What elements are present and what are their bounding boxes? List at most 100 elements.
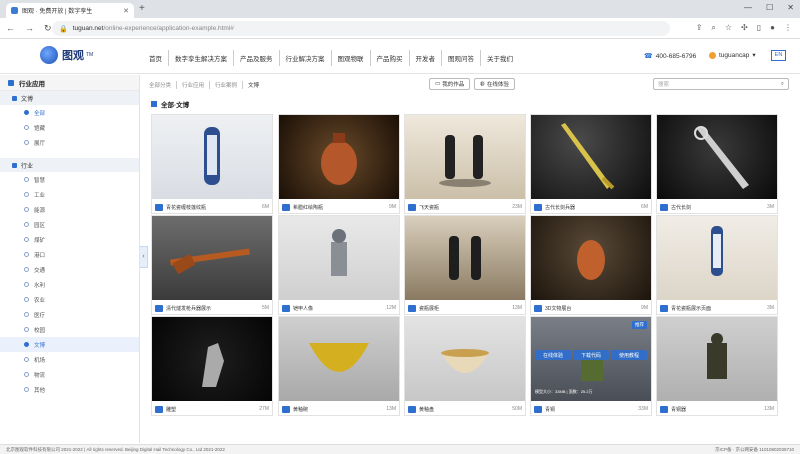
new-tab-icon[interactable]: + <box>139 3 145 15</box>
star-icon[interactable]: ☆ <box>725 23 732 33</box>
model-thumbnail[interactable] <box>279 216 399 300</box>
sidebar-item[interactable]: 全部 <box>0 105 139 120</box>
share-icon[interactable]: ⇪ <box>696 23 703 33</box>
model-thumbnail[interactable] <box>531 115 651 199</box>
sidebar-toggle-icon[interactable]: ▯ <box>757 23 761 33</box>
zoom-icon[interactable]: ⌕ <box>711 23 715 33</box>
item-icon <box>24 357 29 362</box>
3d-icon <box>534 405 542 413</box>
item-icon <box>24 312 29 317</box>
nav-item[interactable]: 产品购买 <box>371 50 410 66</box>
nav-item[interactable]: 行业解决方案 <box>280 50 332 66</box>
model-card[interactable]: 青花瓷缠枝莲纹瓶 6M <box>151 114 273 214</box>
sidebar-item[interactable]: 交通 <box>0 262 139 277</box>
model-card[interactable]: 飞天瓷瓶 23M <box>404 114 526 214</box>
sidebar-item[interactable]: 物流 <box>0 367 139 382</box>
sidebar-item[interactable]: 医疗 <box>0 307 139 322</box>
breadcrumb-item[interactable]: 全部分类 <box>149 81 178 89</box>
puzzle-icon[interactable]: ✣ <box>741 23 748 33</box>
breadcrumb-item[interactable]: 行业应用 <box>182 81 211 89</box>
tutorial-overlay-button[interactable]: 使用教程 <box>611 350 647 360</box>
nav-item[interactable]: 数字孪生解决方案 <box>169 50 234 66</box>
sidebar-item[interactable]: 园区 <box>0 217 139 232</box>
model-card[interactable]: 黄釉碗 13M <box>278 316 400 416</box>
download-code-overlay-button[interactable]: 下载代码 <box>573 350 609 360</box>
maximize-icon[interactable]: ☐ <box>766 3 773 12</box>
sidebar-item[interactable]: 智慧 <box>0 172 139 187</box>
model-card[interactable]: 3D文物展台 9M <box>530 215 652 315</box>
model-thumbnail[interactable] <box>279 115 399 199</box>
nav-item[interactable]: 图观问答 <box>442 50 481 66</box>
browser-tab[interactable]: 图观 · 免费开放 | 数字孪生 ✕ <box>6 3 134 18</box>
user-menu[interactable]: tuguancap ▾ <box>709 51 756 59</box>
model-thumbnail[interactable] <box>152 317 272 401</box>
sidebar-item[interactable]: 煤矿 <box>0 232 139 247</box>
model-thumbnail[interactable] <box>657 216 777 300</box>
card-caption: 青花瓷瓶展示页面 3M <box>657 301 777 315</box>
collapse-sidebar-button[interactable]: ‹ <box>140 246 148 268</box>
sidebar-item[interactable]: 农业 <box>0 292 139 307</box>
sidebar-item[interactable]: 能源 <box>0 202 139 217</box>
3d-icon <box>282 203 290 211</box>
minimize-icon[interactable]: — <box>744 3 752 12</box>
model-thumbnail[interactable] <box>279 317 399 401</box>
sidebar-item[interactable]: 港口 <box>0 247 139 262</box>
close-tab-icon[interactable]: ✕ <box>123 7 129 15</box>
model-card[interactable]: 铠甲人像 12M <box>278 215 400 315</box>
sidebar-item[interactable]: 文博 <box>0 337 139 352</box>
online-experience-button[interactable]: ◍ 在线体验 <box>474 78 515 90</box>
nav-item[interactable]: 首页 <box>143 50 169 66</box>
online-experience-overlay-button[interactable]: 在线体验 <box>535 350 571 360</box>
model-card[interactable]: 瓷瓶展柜 13M <box>404 215 526 315</box>
nav-item[interactable]: 产品及服务 <box>234 50 280 66</box>
sidebar-item[interactable]: 校园 <box>0 322 139 337</box>
url-input[interactable]: 🔒 tuguan.net/online-experience/applicati… <box>52 21 670 36</box>
model-thumbnail[interactable] <box>405 216 525 300</box>
search-icon[interactable]: ⌕ <box>781 81 784 88</box>
model-thumbnail[interactable] <box>657 115 777 199</box>
3d-icon <box>408 405 416 413</box>
language-button[interactable]: EN <box>771 50 786 61</box>
profile-icon[interactable]: ● <box>770 23 775 33</box>
sidebar-item[interactable]: 工业 <box>0 187 139 202</box>
model-thumbnail[interactable] <box>531 216 651 300</box>
model-card[interactable]: 青花瓷瓶展示页面 3M <box>656 215 778 315</box>
sidebar-item[interactable]: 其他 <box>0 382 139 397</box>
lock-icon[interactable]: 🔒 <box>59 25 68 33</box>
reload-icon[interactable]: ↻ <box>44 23 52 33</box>
model-name: 瓷瓶展柜 <box>419 305 440 312</box>
model-card[interactable]: 清代燧发枪兵器展示 5M <box>151 215 273 315</box>
model-thumbnail[interactable] <box>657 317 777 401</box>
model-card[interactable]: 推荐 在线体验 下载代码 使用教程 模型大小：33MB | 面数：25.2万 青铜 33M <box>530 316 652 416</box>
model-card[interactable]: 黄釉盘 50M <box>404 316 526 416</box>
sidebar-item[interactable]: 馆藏 <box>0 120 139 135</box>
menu-dots-icon[interactable]: ⋮ <box>784 23 792 33</box>
close-window-icon[interactable]: ✕ <box>787 3 794 12</box>
site-logo[interactable]: 图观 TM <box>40 46 93 64</box>
model-thumbnail[interactable] <box>152 115 272 199</box>
model-preview <box>309 343 369 372</box>
sidebar-group[interactable]: 行业 <box>0 158 139 172</box>
nav-item[interactable]: 图观物联 <box>332 50 371 66</box>
sidebar-item[interactable]: 展厅 <box>0 135 139 150</box>
model-thumbnail[interactable] <box>405 115 525 199</box>
my-works-button[interactable]: ▭ 我的作品 <box>429 78 471 90</box>
sidebar-item[interactable]: 水利 <box>0 277 139 292</box>
search-input[interactable]: 搜索 ⌕ <box>653 78 789 90</box>
sidebar-item[interactable]: 机场 <box>0 352 139 367</box>
nav-item[interactable]: 开发者 <box>410 50 442 66</box>
model-card[interactable]: 希腊红绘陶瓶 9M <box>278 114 400 214</box>
model-thumbnail[interactable] <box>405 317 525 401</box>
nav-item[interactable]: 关于我们 <box>481 50 519 66</box>
model-thumbnail[interactable] <box>152 216 272 300</box>
model-card[interactable]: 古代长剑 3M <box>656 114 778 214</box>
model-card[interactable]: 雕塑 27M <box>151 316 273 416</box>
model-card[interactable]: 古代长剑兵器 6M <box>530 114 652 214</box>
model-thumbnail[interactable]: 推荐 在线体验 下载代码 使用教程 模型大小：33MB | 面数：25.2万 <box>531 317 651 401</box>
breadcrumb-item[interactable]: 行业案例 <box>215 81 244 89</box>
3d-icon <box>282 405 290 413</box>
model-card[interactable]: 青铜器 13M <box>656 316 778 416</box>
sidebar-group[interactable]: 文博 <box>0 91 139 105</box>
back-icon[interactable]: ← <box>6 23 15 33</box>
forward-icon[interactable]: → <box>25 23 34 33</box>
